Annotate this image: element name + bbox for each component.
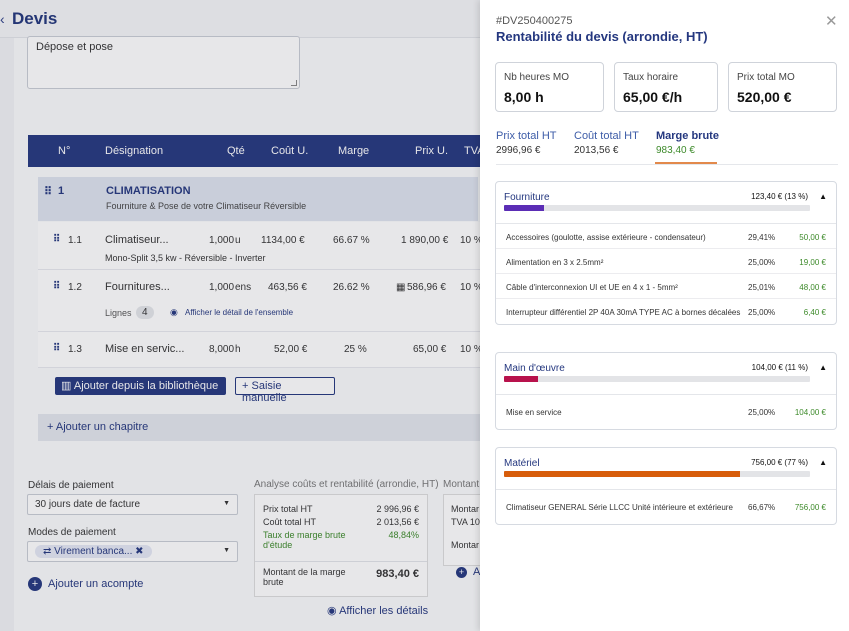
tab-value: 2996,96 € <box>496 145 541 156</box>
item-margin: 19,00 € <box>799 258 826 267</box>
item-name: Accessoires (goulotte, assise extérieure… <box>506 233 706 242</box>
section-header[interactable]: Fourniture 123,40 € (13 %) ▲ <box>496 182 836 224</box>
list-item: Câble d'interconnexion UI et UE en 4 x 1… <box>496 274 836 299</box>
progress-fill <box>504 376 538 382</box>
item-margin: 6,40 € <box>803 308 826 317</box>
item-percent: 29,41% <box>748 233 776 242</box>
item-percent: 25,01% <box>748 283 776 292</box>
close-icon[interactable]: ✕ <box>825 12 838 30</box>
tab-label: Coût total HT <box>574 130 639 142</box>
kpi-value: 65,00 €/h <box>623 89 683 105</box>
tab-label: Marge brute <box>656 130 719 142</box>
item-name: Climatiseur GENERAL Série LLCC Unité int… <box>506 503 733 512</box>
progress-track <box>504 471 810 477</box>
kpi-value: 520,00 € <box>737 89 792 105</box>
item-name: Alimentation en 3 x 2.5mm² <box>506 258 604 267</box>
tabs-border <box>496 164 838 165</box>
item-margin: 756,00 € <box>794 503 826 512</box>
item-margin: 48,00 € <box>799 283 826 292</box>
kpi-card-hours: Nb heures MO 8,00 h <box>495 62 604 112</box>
section-amount: 756,00 € (77 %) <box>751 458 808 467</box>
section-card-main-oeuvre: Main d'œuvre 104,00 € (11 %) ▲ Mise en s… <box>495 352 837 430</box>
kpi-value: 8,00 h <box>504 89 544 105</box>
item-percent: 25,00% <box>748 258 776 267</box>
item-percent: 25,00% <box>748 408 776 417</box>
list-item: Alimentation en 3 x 2.5mm² 25,00% 19,00 … <box>496 249 836 274</box>
chevron-up-icon[interactable]: ▲ <box>819 363 827 372</box>
section-amount: 123,40 € (13 %) <box>751 192 808 201</box>
tab-marge-brute[interactable]: Marge brute 983,40 € <box>656 130 719 156</box>
kpi-card-rate: Taux horaire 65,00 €/h <box>614 62 718 112</box>
section-header[interactable]: Main d'œuvre 104,00 € (11 %) ▲ <box>496 353 836 395</box>
section-amount: 104,00 € (11 %) <box>751 363 808 372</box>
active-tab-indicator <box>655 162 717 164</box>
item-name: Mise en service <box>506 408 562 417</box>
section-name: Matériel <box>504 458 540 469</box>
list-item: Climatiseur GENERAL Série LLCC Unité int… <box>496 490 836 524</box>
section-header[interactable]: Matériel 756,00 € (77 %) ▲ <box>496 448 836 490</box>
chevron-up-icon[interactable]: ▲ <box>819 192 827 201</box>
item-name: Câble d'interconnexion UI et UE en 4 x 1… <box>506 283 678 292</box>
progress-track <box>504 205 810 211</box>
section-name: Fourniture <box>504 192 550 203</box>
tab-prix-total[interactable]: Prix total HT 2996,96 € <box>496 130 557 156</box>
item-name: Interrupteur différentiel 2P 40A 30mA TY… <box>506 308 741 317</box>
item-margin: 50,00 € <box>799 233 826 242</box>
tab-label: Prix total HT <box>496 130 557 142</box>
kpi-card-labor-total: Prix total MO 520,00 € <box>728 62 837 112</box>
section-card-materiel: Matériel 756,00 € (77 %) ▲ Climatiseur G… <box>495 447 837 525</box>
progress-fill <box>504 471 740 477</box>
tab-cout-total[interactable]: Coût total HT 2013,56 € <box>574 130 639 156</box>
section-card-fourniture: Fourniture 123,40 € (13 %) ▲ Accessoires… <box>495 181 837 325</box>
list-item: Accessoires (goulotte, assise extérieure… <box>496 224 836 249</box>
quote-reference: #DV250400275 <box>496 15 573 27</box>
list-item: Mise en service 25,00% 104,00 € <box>496 395 836 429</box>
section-name: Main d'œuvre <box>504 363 565 374</box>
progress-track <box>504 376 810 382</box>
drawer-title: Rentabilité du devis (arrondie, HT) <box>496 29 708 44</box>
item-percent: 66,67% <box>748 503 776 512</box>
item-margin: 104,00 € <box>794 408 826 417</box>
kpi-label: Prix total MO <box>737 72 795 83</box>
tab-value: 983,40 € <box>656 145 695 156</box>
kpi-label: Taux horaire <box>623 72 679 83</box>
tab-value: 2013,56 € <box>574 145 619 156</box>
item-percent: 25,00% <box>748 308 776 317</box>
progress-fill <box>504 205 544 211</box>
kpi-label: Nb heures MO <box>504 72 570 83</box>
list-item: Interrupteur différentiel 2P 40A 30mA TY… <box>496 299 836 324</box>
chevron-up-icon[interactable]: ▲ <box>819 458 827 467</box>
